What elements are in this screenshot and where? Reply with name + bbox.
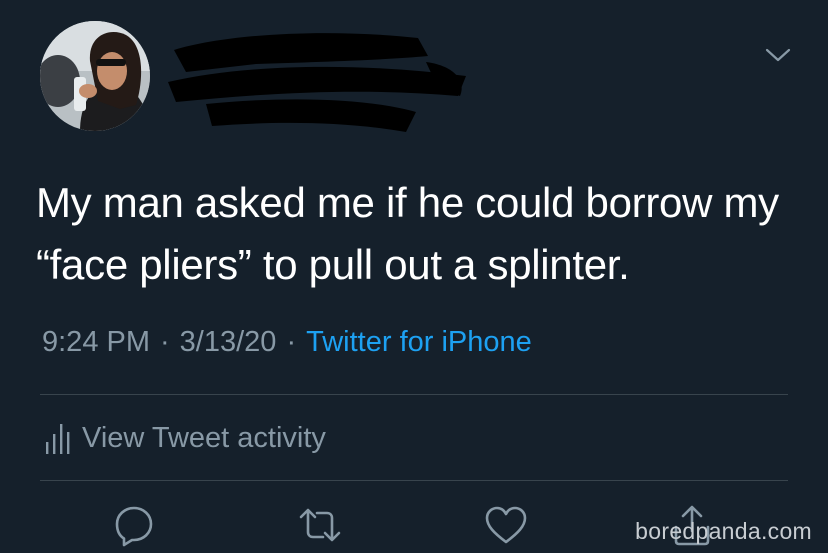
activity-bars-icon	[46, 424, 70, 454]
retweet-icon[interactable]	[298, 503, 342, 547]
reply-icon[interactable]	[112, 503, 156, 547]
tweet-source-link[interactable]: Twitter for iPhone	[306, 326, 532, 358]
redacted-username	[168, 33, 466, 132]
like-icon[interactable]	[484, 503, 528, 547]
meta-separator: ·	[286, 326, 297, 358]
avatar[interactable]	[40, 21, 150, 131]
tweet-time: 9:24 PM	[42, 326, 150, 358]
watermark: boredpanda.com	[635, 518, 812, 544]
view-tweet-activity-button[interactable]: View Tweet activity	[44, 418, 326, 458]
view-tweet-activity-label: View Tweet activity	[82, 421, 326, 454]
tweet-date: 3/13/20	[179, 326, 277, 358]
tweet-text: My man asked me if he could borrow my “f…	[36, 179, 779, 288]
profile-photo	[40, 21, 150, 131]
divider	[40, 480, 788, 481]
chevron-down-icon[interactable]	[764, 44, 792, 66]
tweet-metadata: 9:24 PM · 3/13/20 · Twitter for iPhone	[42, 326, 532, 359]
divider	[40, 394, 788, 395]
meta-separator: ·	[160, 326, 170, 358]
